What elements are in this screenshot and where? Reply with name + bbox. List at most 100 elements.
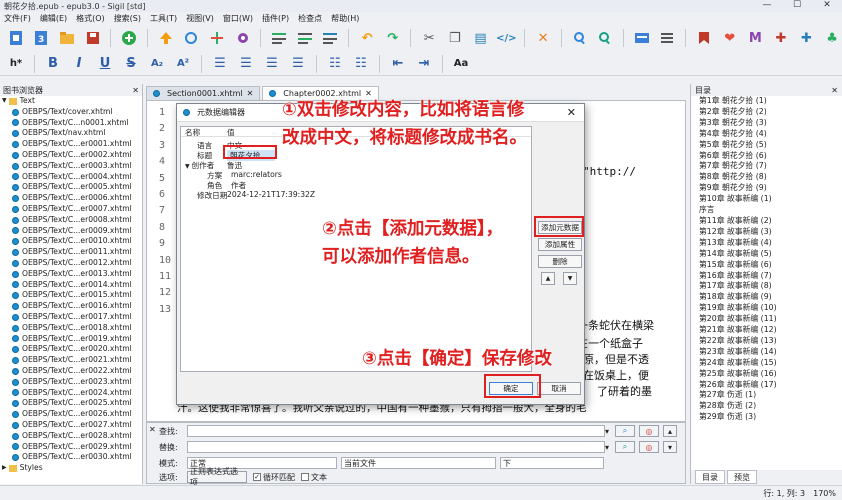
plugin-puzzle-icon[interactable]: ✚ <box>771 28 791 48</box>
panel-close-icon[interactable]: ✕ <box>132 86 139 95</box>
menu-checkpoints[interactable]: 检查点 <box>298 13 322 24</box>
file-item[interactable]: OEBPS/Text/C...er0002.xhtml <box>0 150 142 161</box>
direction-select[interactable]: 下 <box>500 457 604 469</box>
file-item[interactable]: OEBPS/Text/C...er0010.xhtml <box>0 236 142 247</box>
align-justify-icon[interactable]: ☰ <box>288 54 308 74</box>
file-item[interactable]: OEBPS/Text/C...er0001.xhtml <box>0 139 142 150</box>
heading-button[interactable]: h* <box>6 54 26 74</box>
file-item[interactable]: OEBPS/Text/C...er0018.xhtml <box>0 323 142 334</box>
file-item[interactable]: OEBPS/Text/C...er0030.xhtml <box>0 452 142 463</box>
undo-icon[interactable]: ↶ <box>357 28 377 48</box>
file-item[interactable]: OEBPS/Text/C...er0013.xhtml <box>0 269 142 280</box>
replace-search-icon[interactable]: ⌕ <box>615 441 635 453</box>
menu-window[interactable]: 窗口(W) <box>223 13 253 24</box>
merge-icon[interactable] <box>295 28 315 48</box>
file-item[interactable]: OEBPS/Text/C...er0007.xhtml <box>0 204 142 215</box>
move-up-button[interactable]: ▲ <box>541 272 555 285</box>
toc-item[interactable]: 序言 <box>699 205 842 216</box>
toc-item[interactable]: 第5章 朝花夕拾 (5) <box>699 140 842 151</box>
toc-item[interactable]: 第18章 故事新编 (9) <box>699 292 842 303</box>
close-window-button[interactable]: ✕ <box>812 0 842 10</box>
toc-item[interactable]: 第23章 故事新编 (14) <box>699 347 842 358</box>
toc-item[interactable]: 第21章 故事新编 (12) <box>699 325 842 336</box>
chevron-down-icon[interactable]: ▼ <box>2 96 7 107</box>
scope-select[interactable]: 当前文件 <box>341 457 496 469</box>
dropdown-chevron-icon[interactable]: ▾ <box>605 427 611 436</box>
file-item[interactable]: OEBPS/Text/C...er0021.xhtml <box>0 355 142 366</box>
cut-icon[interactable]: ✂ <box>419 28 439 48</box>
toc-item[interactable]: 第25章 故事新编 (16) <box>699 369 842 380</box>
plugin-puzzle-blue-icon[interactable]: ✚ <box>797 28 817 48</box>
upload-icon[interactable] <box>156 28 176 48</box>
gear-icon[interactable] <box>233 28 253 48</box>
new-epub3-icon[interactable]: 3 <box>32 28 52 48</box>
file-item[interactable]: OEBPS/Text/C...er0022.xhtml <box>0 366 142 377</box>
file-item[interactable]: OEBPS/Text/C...er0028.xhtml <box>0 431 142 442</box>
toc-item[interactable]: 第7章 朝花夕拾 (7) <box>699 161 842 172</box>
delete-button[interactable]: 删除 <box>538 255 582 268</box>
find-input[interactable] <box>187 425 605 437</box>
tab-toc[interactable]: 目录 <box>695 470 725 484</box>
toc-item[interactable]: 第12章 故事新编 (3) <box>699 227 842 238</box>
file-item[interactable]: OEBPS/Text/C...er0006.xhtml <box>0 193 142 204</box>
replace-icon[interactable] <box>595 28 615 48</box>
cancel-button[interactable]: 取消 <box>537 382 581 395</box>
toc-item[interactable]: 第15章 故事新编 (6) <box>699 260 842 271</box>
italic-button[interactable]: I <box>69 54 89 74</box>
toc-item[interactable]: 第11章 故事新编 (2) <box>699 216 842 227</box>
toc-item[interactable]: 第26章 故事新编 (17) <box>699 380 842 391</box>
numbered-list-icon[interactable]: ☷ <box>351 54 371 74</box>
heart-icon[interactable]: ❤ <box>720 28 740 48</box>
align-left-icon[interactable]: ☰ <box>210 54 230 74</box>
toc-item[interactable]: 第1章 朝花夕拾 (1) <box>699 96 842 107</box>
toc-item[interactable]: 第9章 朝花夕拾 (9) <box>699 183 842 194</box>
file-item[interactable]: OEBPS/Text/nav.xhtml <box>0 128 142 139</box>
file-item[interactable]: OEBPS/Text/C...er0016.xhtml <box>0 301 142 312</box>
align-center-icon[interactable]: ☰ <box>236 54 256 74</box>
menu-edit[interactable]: 编辑(E) <box>40 13 67 24</box>
plugin-tree-icon[interactable]: ♣ <box>822 28 842 48</box>
refresh-icon[interactable] <box>182 28 202 48</box>
close-icon[interactable]: ✕ <box>149 425 156 434</box>
file-item[interactable]: OEBPS/Text/C...er0012.xhtml <box>0 258 142 269</box>
close-icon[interactable]: ✕ <box>247 89 254 98</box>
menu-search[interactable]: 搜索(S) <box>114 13 141 24</box>
copy-icon[interactable]: ❐ <box>445 28 465 48</box>
file-item[interactable]: OEBPS/Text/C...er0011.xhtml <box>0 247 142 258</box>
file-item[interactable]: OEBPS/Text/C...er0017.xhtml <box>0 312 142 323</box>
paste-icon[interactable]: ▤ <box>471 28 491 48</box>
underline-button[interactable]: U <box>95 54 115 74</box>
file-item[interactable]: OEBPS/Text/C...er0005.xhtml <box>0 182 142 193</box>
open-folder-icon[interactable] <box>57 28 77 48</box>
menu-plugins[interactable]: 插件(P) <box>262 13 289 24</box>
file-item[interactable]: OEBPS/Text/C...er0004.xhtml <box>0 172 142 183</box>
plugin-m-icon[interactable]: M <box>745 28 765 48</box>
dropdown-chevron-icon[interactable]: ▾ <box>605 443 611 452</box>
chevron-right-icon[interactable]: ▶ <box>2 463 7 474</box>
file-item[interactable]: OEBPS/Text/C...er0029.xhtml <box>0 442 142 453</box>
panel-close-icon[interactable]: ✕ <box>831 86 838 95</box>
file-item[interactable]: OEBPS/Text/C...er0026.xhtml <box>0 409 142 420</box>
indent-icon[interactable]: ⇥ <box>414 54 434 74</box>
metadata-value[interactable]: 2024-12-21T17:39:32Z <box>227 190 315 201</box>
outdent-icon[interactable]: ⇤ <box>388 54 408 74</box>
code-icon[interactable]: </> <box>496 28 516 48</box>
toc-item[interactable]: 第20章 故事新编 (11) <box>699 314 842 325</box>
new-file-icon[interactable] <box>6 28 26 48</box>
file-item[interactable]: OEBPS/Text/C...er0008.xhtml <box>0 215 142 226</box>
toc-item[interactable]: 第24章 故事新编 (15) <box>699 358 842 369</box>
move-down-button[interactable]: ▼ <box>563 272 577 285</box>
toc-item[interactable]: 第28章 伤逝 (2) <box>699 401 842 412</box>
file-item[interactable]: OEBPS/Text/C...er0024.xhtml <box>0 388 142 399</box>
toc-item[interactable]: 第10章 故事新编 (1) <box>699 194 842 205</box>
bullet-list-icon[interactable]: ☷ <box>325 54 345 74</box>
file-item[interactable]: OEBPS/Text/C...er0025.xhtml <box>0 398 142 409</box>
find-search-icon[interactable]: ⌕ <box>615 425 635 437</box>
find-prev-icon[interactable]: ▴ <box>663 425 677 437</box>
split-icon[interactable] <box>269 28 289 48</box>
menu-help[interactable]: 帮助(H) <box>331 13 359 24</box>
tree-folder-text[interactable]: ▼ Text <box>0 96 142 107</box>
align-right-icon[interactable]: ☰ <box>262 54 282 74</box>
file-item[interactable]: OEBPS/Text/cover.xhtml <box>0 107 142 118</box>
menu-file[interactable]: 文件(F) <box>4 13 31 24</box>
